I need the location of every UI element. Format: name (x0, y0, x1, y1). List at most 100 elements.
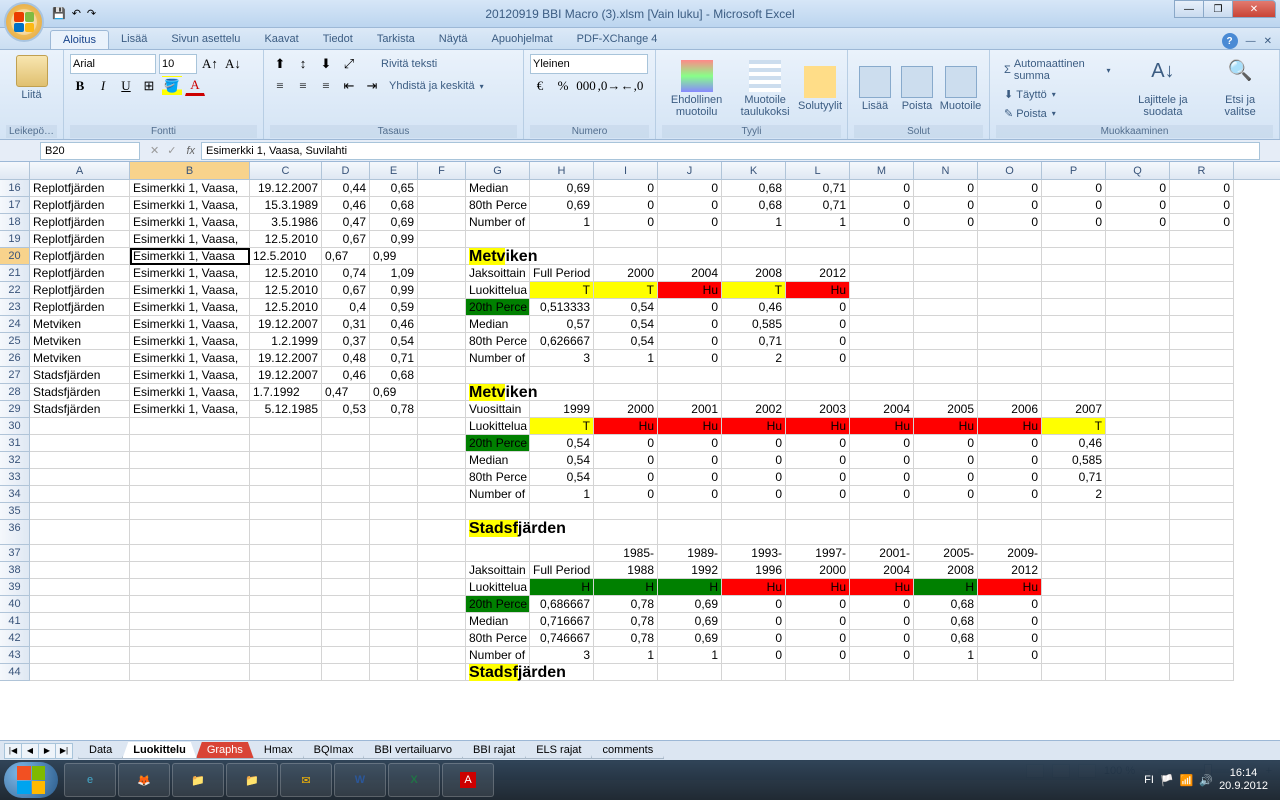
cell[interactable]: 3 (530, 350, 594, 367)
cell[interactable] (1106, 367, 1170, 384)
cell[interactable] (250, 469, 322, 486)
paste-button[interactable]: Liitä (6, 53, 57, 103)
cell[interactable]: 0,78 (370, 401, 418, 418)
cell[interactable]: 0 (978, 486, 1042, 503)
cell[interactable]: 0,71 (1042, 469, 1106, 486)
cell[interactable] (850, 664, 914, 681)
cell[interactable]: 15.3.1989 (250, 197, 322, 214)
cell[interactable]: 0 (722, 613, 786, 630)
cell[interactable]: Esimerkki 1, Vaasa, (130, 180, 250, 197)
cell[interactable] (1106, 316, 1170, 333)
wrap-text-button[interactable]: Rivitä teksti (377, 56, 441, 72)
cell[interactable]: 0 (978, 647, 1042, 664)
cell[interactable]: T (1042, 418, 1106, 435)
cell[interactable] (130, 562, 250, 579)
cell[interactable]: 0 (594, 486, 658, 503)
cell[interactable] (658, 248, 722, 265)
cell[interactable] (978, 367, 1042, 384)
cell[interactable] (1106, 486, 1170, 503)
cell[interactable] (1106, 630, 1170, 647)
cell[interactable]: 0 (850, 596, 914, 613)
cell[interactable] (418, 248, 466, 265)
cell[interactable]: 0 (658, 214, 722, 231)
cell[interactable]: T (530, 418, 594, 435)
cell[interactable]: 1 (722, 214, 786, 231)
cell[interactable]: 2000 (786, 562, 850, 579)
cell[interactable] (418, 384, 466, 401)
cell[interactable] (914, 333, 978, 350)
cell[interactable] (418, 197, 466, 214)
cell[interactable]: Esimerkki 1, Vaasa, (130, 299, 250, 316)
cell[interactable]: 0 (658, 452, 722, 469)
sheet-tab-bbi-vertailuarvo[interactable]: BBI vertailuarvo (363, 742, 463, 759)
cell[interactable]: 0,68 (914, 630, 978, 647)
cell[interactable]: 2012 (978, 562, 1042, 579)
cell[interactable]: Esimerkki 1, Vaasa, (130, 265, 250, 282)
row-header[interactable]: 43 (0, 647, 30, 664)
cell[interactable] (1042, 248, 1106, 265)
cell[interactable]: 0 (1106, 197, 1170, 214)
cell[interactable]: 2000 (594, 265, 658, 282)
cell[interactable] (322, 664, 370, 681)
conditional-formatting-button[interactable]: Ehdollinen muotoilu (662, 53, 731, 125)
cell[interactable]: 0,47 (322, 384, 370, 401)
cell[interactable]: 0 (914, 486, 978, 503)
font-name-select[interactable] (70, 54, 156, 74)
cell[interactable]: 0 (658, 197, 722, 214)
cell[interactable] (418, 613, 466, 630)
cell[interactable]: 0 (658, 299, 722, 316)
cell[interactable]: 0 (786, 486, 850, 503)
cell[interactable] (1170, 367, 1234, 384)
cell[interactable] (1106, 613, 1170, 630)
cell[interactable]: 80th Perce (466, 333, 530, 350)
minimize-ribbon-icon[interactable]: — (1246, 36, 1256, 47)
cell[interactable] (418, 596, 466, 613)
cell[interactable] (1042, 265, 1106, 282)
cell[interactable] (722, 231, 786, 248)
cell[interactable] (1170, 452, 1234, 469)
cell[interactable]: H (658, 579, 722, 596)
cell[interactable]: 0,585 (1042, 452, 1106, 469)
cell[interactable]: 0 (978, 630, 1042, 647)
cell[interactable]: H (914, 579, 978, 596)
cell[interactable] (466, 367, 530, 384)
cell[interactable] (1106, 248, 1170, 265)
cell[interactable]: 0,65 (370, 180, 418, 197)
cell[interactable]: Replotfjärden (30, 282, 130, 299)
cell[interactable]: 0,54 (370, 333, 418, 350)
row-header[interactable]: 42 (0, 630, 30, 647)
cell[interactable]: 0,746667 (530, 630, 594, 647)
cell[interactable]: 0 (722, 469, 786, 486)
cell[interactable] (418, 503, 466, 520)
cell[interactable]: 1 (530, 214, 594, 231)
percent-button[interactable]: % (553, 76, 573, 96)
sheet-tab-els-rajat[interactable]: ELS rajat (525, 742, 592, 759)
cell[interactable]: 0,626667 (530, 333, 594, 350)
cell[interactable]: 0 (786, 435, 850, 452)
cell[interactable]: 0,69 (658, 630, 722, 647)
cell[interactable]: Esimerkki 1, Vaasa, (130, 197, 250, 214)
cell[interactable]: 0,68 (914, 596, 978, 613)
cell[interactable] (594, 231, 658, 248)
cell[interactable] (850, 503, 914, 520)
cell[interactable] (914, 664, 978, 681)
col-header-Q[interactable]: Q (1106, 162, 1170, 179)
cell[interactable] (250, 562, 322, 579)
grow-font-button[interactable]: A↑ (200, 54, 220, 74)
cell[interactable] (418, 418, 466, 435)
cell[interactable] (130, 630, 250, 647)
cell[interactable]: 2003 (786, 401, 850, 418)
cell[interactable]: T (594, 282, 658, 299)
cell[interactable] (130, 435, 250, 452)
cell[interactable]: 0,47 (322, 214, 370, 231)
taskbar-firefox[interactable]: 🦊 (118, 763, 170, 797)
cell[interactable]: 0 (658, 486, 722, 503)
maximize-button[interactable]: ❐ (1203, 0, 1233, 18)
cell[interactable]: 0,54 (594, 316, 658, 333)
cell[interactable] (978, 664, 1042, 681)
cell[interactable]: Hu (978, 418, 1042, 435)
cell[interactable]: 0 (786, 350, 850, 367)
cell[interactable]: Metviken (30, 316, 130, 333)
cell[interactable] (418, 520, 466, 545)
cell[interactable] (786, 231, 850, 248)
